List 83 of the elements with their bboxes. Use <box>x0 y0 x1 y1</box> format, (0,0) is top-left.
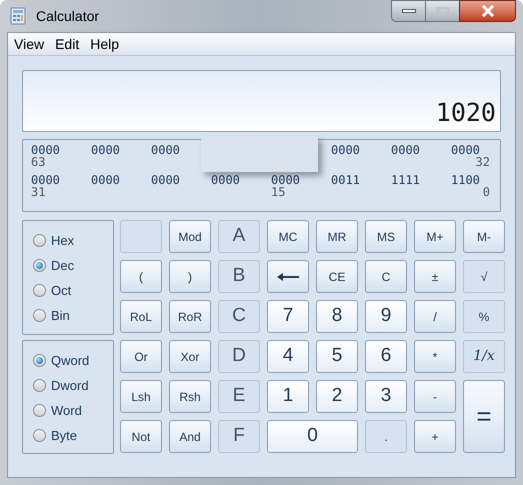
radio-label: Bin <box>51 306 70 325</box>
left-arrow-icon <box>277 272 299 280</box>
menu-item[interactable]: Help <box>90 34 120 54</box>
calculator-key[interactable]: 4 <box>267 340 309 373</box>
calculator-key[interactable]: MC <box>267 220 309 253</box>
bit-group: 0000 <box>451 144 480 156</box>
bit-group: 1111 <box>391 174 420 186</box>
bit-position: 15 <box>271 186 286 198</box>
menu-item[interactable]: View <box>14 34 44 54</box>
calculator-key[interactable]: Rsh <box>169 380 211 413</box>
calculator-key[interactable]: 2 <box>316 380 358 413</box>
calculator-key[interactable]: 9 <box>365 300 407 333</box>
bit-group: 0000 <box>151 174 180 186</box>
radio-button[interactable] <box>33 234 46 247</box>
calculator-key[interactable]: + <box>414 420 456 453</box>
radio-label: Word <box>51 402 82 420</box>
calculator-key[interactable]: C <box>365 260 407 293</box>
calculator-key[interactable]: Not <box>120 420 162 453</box>
bit-group: 0000 <box>91 144 120 156</box>
calculator-key[interactable]: 5 <box>316 340 358 373</box>
backspace-button[interactable] <box>267 260 309 293</box>
bit-group: 0000 <box>31 174 60 186</box>
calculator-icon <box>10 7 26 25</box>
maximize-button[interactable] <box>426 0 459 22</box>
radio-button[interactable] <box>33 404 46 417</box>
calculator-key[interactable]: MR <box>316 220 358 253</box>
radio-label: Qword <box>51 352 90 370</box>
calculator-key[interactable]: Or <box>120 340 162 373</box>
radio-label: Dword <box>51 376 89 395</box>
close-icon <box>480 5 494 17</box>
calculator-key[interactable]: RoL <box>120 300 162 333</box>
radio-button[interactable] <box>33 284 46 297</box>
radio-button[interactable] <box>33 379 46 392</box>
calculator-key[interactable]: Xor <box>169 340 211 373</box>
bit-position: 0 <box>482 186 490 198</box>
calculator-key[interactable]: Mod <box>169 220 211 253</box>
calculator-key[interactable]: And <box>169 420 211 453</box>
calculator-key[interactable]: 7 <box>267 300 309 333</box>
bit-group: 0011 <box>331 174 360 186</box>
window-title: Calculator <box>36 6 100 26</box>
bit-group: 0000 <box>271 174 300 186</box>
calculator-key[interactable]: - <box>414 380 456 413</box>
radio-button[interactable] <box>33 259 46 272</box>
calculator-key[interactable]: 3 <box>365 380 407 413</box>
bit-group: 0000 <box>331 144 360 156</box>
calculator-key[interactable]: ± <box>414 260 456 293</box>
bit-position: 31 <box>31 186 46 198</box>
bit-group: 0000 <box>31 144 60 156</box>
bit-group: 0000 <box>151 144 180 156</box>
calculator-key[interactable]: M- <box>463 220 505 253</box>
minimize-icon <box>402 9 416 13</box>
calculator-key[interactable]: 1 <box>267 380 309 413</box>
calculator-key[interactable]: ) <box>169 260 211 293</box>
calculator-key[interactable]: 6 <box>365 340 407 373</box>
calculator-key[interactable]: CE <box>316 260 358 293</box>
calculator-key[interactable]: ( <box>120 260 162 293</box>
bit-group: 0000 <box>391 144 420 156</box>
calculator-key[interactable]: Lsh <box>120 380 162 413</box>
radio-label: Byte <box>51 426 78 445</box>
radio-label: Dec <box>51 256 74 275</box>
radio-label: Hex <box>51 232 74 250</box>
bit-group: 0000 <box>91 174 120 186</box>
display-value: 1020 <box>436 100 496 125</box>
calculator-key[interactable]: / <box>414 300 456 333</box>
menu-item[interactable]: Edit <box>55 34 80 54</box>
calculator-key[interactable]: 0 <box>267 420 358 453</box>
maximize-icon <box>436 6 448 16</box>
calculator-key[interactable]: 8 <box>316 300 358 333</box>
calculator-key[interactable]: M+ <box>414 220 456 253</box>
calculator-key[interactable]: MS <box>365 220 407 253</box>
bit-group: 0000 <box>211 174 240 186</box>
calculator-key[interactable]: = <box>463 380 505 453</box>
minimize-button[interactable] <box>391 0 426 22</box>
calculator-key[interactable]: * <box>414 340 456 373</box>
bit-position: 63 <box>31 156 46 168</box>
calculator-key[interactable]: RoR <box>169 300 211 333</box>
close-button[interactable] <box>459 0 516 22</box>
radio-button[interactable] <box>33 354 46 367</box>
radio-button[interactable] <box>33 429 46 442</box>
bit-position: 32 <box>476 156 490 168</box>
radio-label: Oct <box>51 282 72 300</box>
bit-group: 1100 <box>451 174 480 186</box>
radio-button[interactable] <box>33 309 46 322</box>
